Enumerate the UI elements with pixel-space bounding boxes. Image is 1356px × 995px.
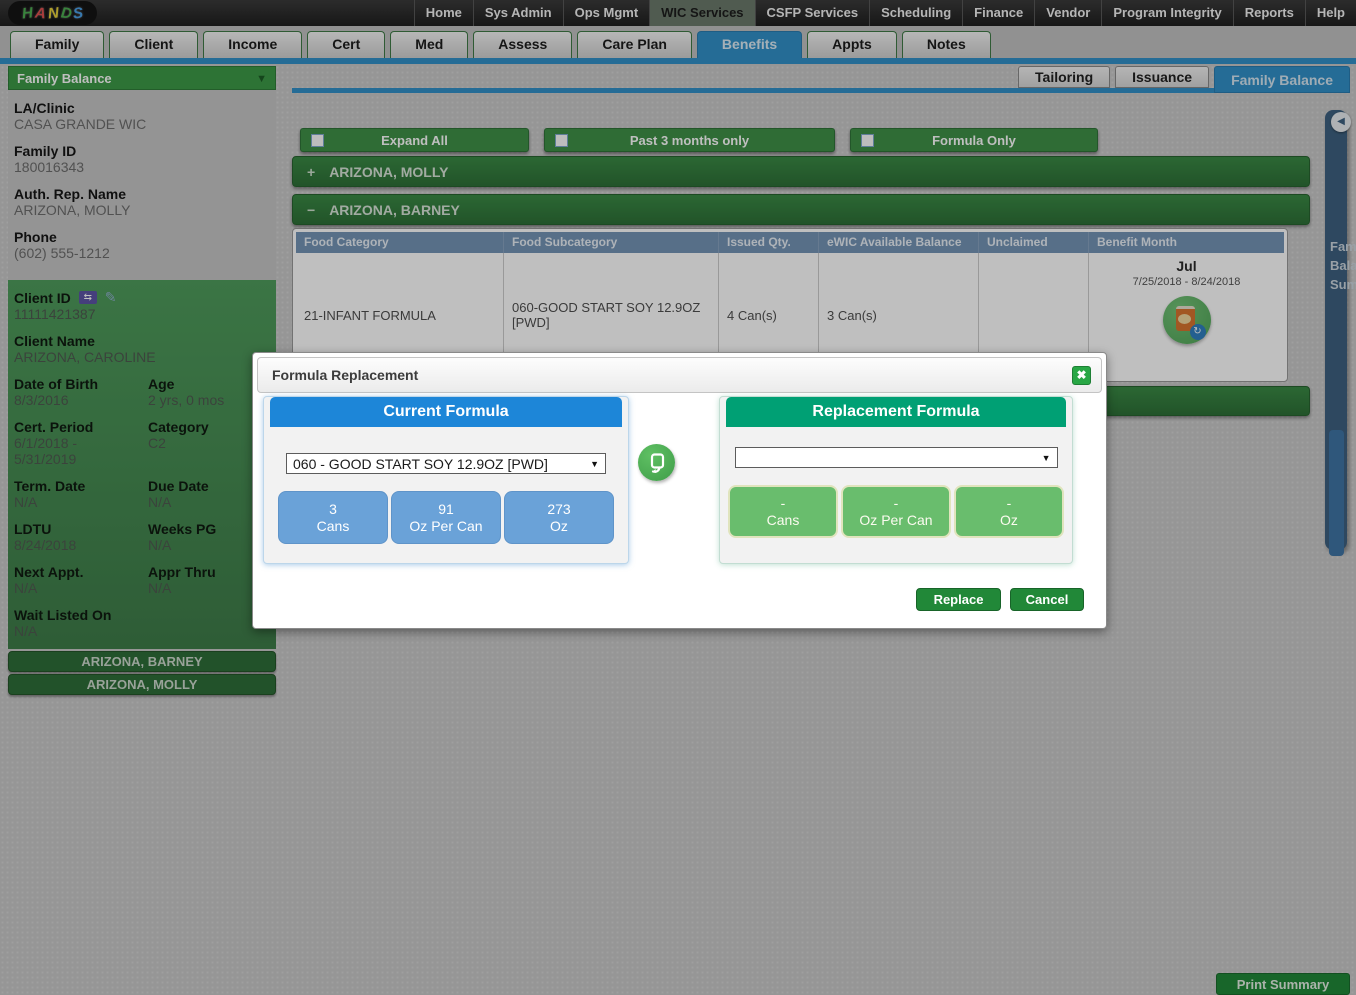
select-caret-icon: ▼ (590, 459, 599, 469)
current-formula-stats: 3 Cans 91 Oz Per Can 273 Oz (264, 491, 628, 544)
dialog-title-bar: Formula Replacement ✖ (257, 357, 1102, 393)
current-cans-stat[interactable]: 3 Cans (278, 491, 388, 544)
replacement-formula-header: Replacement Formula (726, 397, 1066, 427)
close-icon[interactable]: ✖ (1072, 366, 1091, 385)
cancel-button[interactable]: Cancel (1010, 588, 1084, 611)
select-caret-icon: ▼ (1042, 453, 1051, 463)
formula-replacement-dialog: Formula Replacement ✖ Current Formula 06… (252, 352, 1107, 629)
replacement-oz-per-can-stat[interactable]: - Oz Per Can (841, 485, 951, 538)
current-formula-panel: Current Formula 060 - GOOD START SOY 12.… (263, 396, 629, 564)
replacement-cans-stat[interactable]: - Cans (728, 485, 838, 538)
current-formula-select[interactable]: 060 - GOOD START SOY 12.9OZ [PWD] ▼ (286, 453, 606, 474)
dialog-title: Formula Replacement (272, 367, 418, 383)
current-oz-per-can-stat[interactable]: 91 Oz Per Can (391, 491, 501, 544)
current-oz-stat[interactable]: 273 Oz (504, 491, 614, 544)
replace-arrow-icon (638, 444, 675, 481)
replacement-formula-stats: - Cans - Oz Per Can - Oz (720, 485, 1072, 538)
replacement-oz-stat[interactable]: - Oz (954, 485, 1064, 538)
replace-button[interactable]: Replace (916, 588, 1001, 611)
current-formula-header: Current Formula (270, 397, 622, 427)
replacement-formula-select[interactable]: ▼ (735, 447, 1058, 468)
current-formula-selected-value: 060 - GOOD START SOY 12.9OZ [PWD] (293, 456, 548, 472)
replacement-formula-panel: Replacement Formula ▼ - Cans - Oz Per Ca… (719, 396, 1073, 564)
